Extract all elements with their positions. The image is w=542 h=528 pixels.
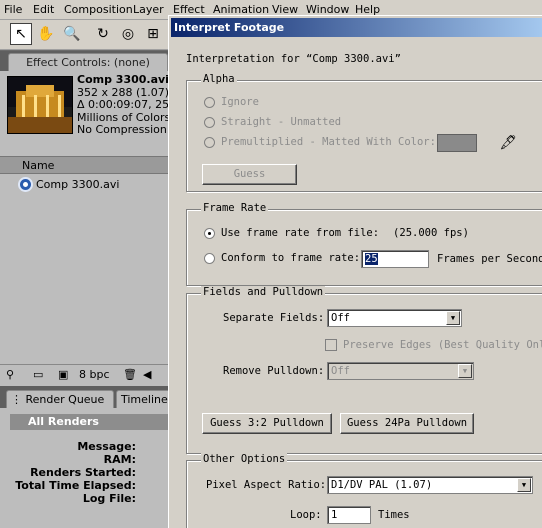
guess-32-pulldown-button[interactable]: Guess 3:2 Pulldown [202,413,332,434]
footage-duration: Δ 0:00:09:07, 25.0 [77,98,180,111]
use-file-frame-rate-radio[interactable]: Use frame rate from file: (25.000 fps) [204,227,469,239]
footage-name[interactable]: Comp 3300.avi▾ [77,73,180,87]
binoculars-icon[interactable]: ⚲ [6,368,14,381]
separate-fields-select[interactable]: Off ▼ [327,309,462,327]
interpret-footage-dialog: Interpret Footage Interpretation for “Co… [168,15,542,528]
message-label: Message: [77,440,136,453]
list-item[interactable]: Comp 3300.avi [18,177,119,192]
hand-tool-icon[interactable]: ✋ [35,23,57,45]
camera-tool-icon[interactable]: ◎ [117,23,139,45]
guess-24pa-pulldown-button[interactable]: Guess 24Pa Pulldown [340,413,474,434]
matte-color-swatch[interactable] [437,134,477,152]
loop-input[interactable]: 1 [327,506,371,524]
pixel-aspect-ratio-label: Pixel Aspect Ratio: [206,479,327,491]
frame-rate-title: Frame Rate [201,202,269,214]
name-column-header[interactable]: Name [0,156,172,174]
conform-frame-rate-input[interactable]: 25 [361,250,429,268]
alpha-straight-radio[interactable]: Straight - Unmatted [204,116,341,128]
interpretation-for-label: Interpretation for “Comp 3300.avi” [186,53,401,65]
frame-rate-group: Frame Rate Use frame rate from file: (25… [186,202,542,286]
scroll-left-icon[interactable]: ◀ [143,368,151,381]
bpc-label[interactable]: 8 bpc [79,368,110,381]
footage-compression: No Compression [77,123,167,136]
footage-thumbnail [7,76,73,134]
chevron-down-icon: ▼ [446,311,460,325]
zoom-tool-icon[interactable]: 🔍 [61,23,83,45]
drag-handle-icon: ⋮ [11,393,22,406]
alpha-guess-button[interactable]: Guess [202,164,297,185]
tab-effect-controls[interactable]: Effect Controls: (none) [8,53,168,71]
tab-render-queue[interactable]: ⋮ Render Queue × [6,390,114,423]
render-queue-panel: All Renders Message: RAM: Renders Starte… [0,408,172,528]
fields-pulldown-title: Fields and Pulldown [201,286,326,298]
menu-composition[interactable]: Composition [64,3,133,16]
ram-label: RAM: [103,453,136,466]
eyedropper-icon[interactable]: 🖋 [498,133,518,153]
pan-behind-tool-icon[interactable]: ⊞ [142,23,164,45]
dialog-title[interactable]: Interpret Footage [171,18,542,37]
chevron-down-icon: ▼ [517,478,531,492]
remove-pulldown-label: Remove Pulldown: [223,365,325,377]
project-panel: Effect Controls: (none) Comp 3300.avi▾ 3… [0,51,180,528]
loop-label: Loop: [290,509,322,521]
tools-panel: ↖ ✋ 🔍 ↻ ◎ ⊞ [0,20,172,50]
menu-edit[interactable]: Edit [33,3,54,16]
menu-file[interactable]: File [4,3,22,16]
chevron-down-icon: ▼ [458,364,472,378]
renders-started-label: Renders Started: [30,466,136,479]
other-options-title: Other Options [201,453,288,465]
alpha-group: Alpha Ignore Straight - Unmatted Premult… [186,73,542,192]
alpha-ignore-radio[interactable]: Ignore [204,96,259,108]
log-file-label: Log File: [82,492,136,505]
separate-fields-label: Separate Fields: [223,312,325,324]
remove-pulldown-select[interactable]: Off ▼ [327,362,474,380]
trash-icon[interactable]: 🗑 [123,368,137,381]
preserve-edges-checkbox[interactable]: Preserve Edges (Best Quality Only) [325,339,542,351]
alpha-premultiplied-radio[interactable]: Premultiplied - Matted With Color: [204,136,436,148]
fps-unit-label: Frames per Second [437,253,542,265]
other-options-group: Other Options Pixel Aspect Ratio: D1/DV … [186,453,542,528]
rotate-tool-icon[interactable]: ↻ [92,23,114,45]
pixel-aspect-ratio-select[interactable]: D1/DV PAL (1.07) ▼ [327,476,533,494]
alpha-title: Alpha [201,73,237,85]
conform-frame-rate-radio[interactable]: Conform to frame rate: [204,252,360,264]
folder-icon[interactable]: ▭ [33,368,43,381]
file-fps-value: (25.000 fps) [393,227,469,239]
times-label: Times [378,509,410,521]
project-list: Comp 3300.avi [0,174,172,364]
menu-layer[interactable]: Layer [133,3,164,16]
selection-tool-icon[interactable]: ↖ [10,23,32,45]
total-time-label: Total Time Elapsed: [15,479,136,492]
project-toolbar: ⚲ ▭ ▣ 8 bpc 🗑 ◀ [0,364,172,386]
fields-pulldown-group: Fields and Pulldown Separate Fields: Off… [186,286,542,454]
all-renders-header: All Renders [10,414,172,430]
quicktime-icon [18,177,33,192]
tab-timeline[interactable]: Timeline: [116,390,176,408]
new-comp-icon[interactable]: ▣ [58,368,68,381]
